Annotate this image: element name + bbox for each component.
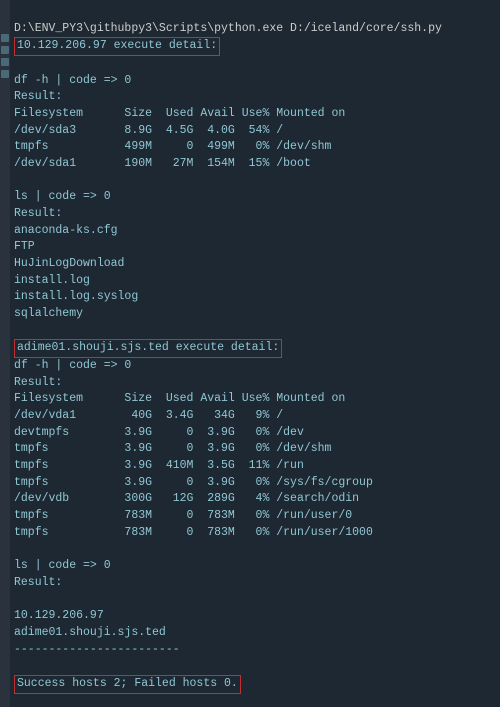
host2-df-row: tmpfs 3.9G 410M 3.5G 11% /run xyxy=(14,459,304,472)
host1-df-row: tmpfs 499M 0 499M 0% /dev/shm xyxy=(14,140,331,153)
host1-result-label: Result: xyxy=(14,90,62,103)
host1-file: sqlalchemy xyxy=(14,307,83,320)
terminal-output[interactable]: D:\ENV_PY3\githubpy3\Scripts\python.exe … xyxy=(14,4,494,694)
host1-df-header: Filesystem Size Used Avail Use% Mounted … xyxy=(14,107,345,120)
host1-df-row: /dev/sda3 8.9G 4.5G 4.0G 54% / xyxy=(14,124,283,137)
host1-df-row: /dev/sda1 190M 27M 154M 15% /boot xyxy=(14,157,311,170)
summary-separator: ------------------------ xyxy=(14,643,180,656)
host1-ls-result-label: Result: xyxy=(14,207,62,220)
host2-header-box: adime01.shouji.sjs.ted execute detail: xyxy=(14,339,282,358)
host1-file: HuJinLogDownload xyxy=(14,257,124,270)
host1-file: anaconda-ks.cfg xyxy=(14,224,118,237)
host2-df-cmd: df -h | code => 0 xyxy=(14,359,131,372)
host1-file: install.log.syslog xyxy=(14,290,138,303)
editor-gutter xyxy=(0,0,10,707)
summary-footer-box: Success hosts 2; Failed hosts 0. xyxy=(14,675,241,694)
gutter-marker-icon xyxy=(1,70,9,78)
host1-header: 10.129.206.97 execute detail: xyxy=(17,39,217,52)
host2-df-row: devtmpfs 3.9G 0 3.9G 0% /dev xyxy=(14,426,304,439)
summary-footer: Success hosts 2; Failed hosts 0. xyxy=(17,677,238,690)
host1-file: FTP xyxy=(14,240,35,253)
summary-host-a: 10.129.206.97 xyxy=(14,609,104,622)
host2-header: adime01.shouji.sjs.ted execute detail: xyxy=(17,341,279,354)
host2-df-row: tmpfs 783M 0 783M 0% /run/user/0 xyxy=(14,509,352,522)
host2-df-row: tmpfs 3.9G 0 3.9G 0% /dev/shm xyxy=(14,442,331,455)
host1-df-cmd: df -h | code => 0 xyxy=(14,74,131,87)
host2-df-row: /dev/vda1 40G 3.4G 34G 9% / xyxy=(14,409,283,422)
host2-df-header: Filesystem Size Used Avail Use% Mounted … xyxy=(14,392,345,405)
host1-ls-cmd: ls | code => 0 xyxy=(14,190,111,203)
summary-host-b: adime01.shouji.sjs.ted xyxy=(14,626,166,639)
host1-header-box: 10.129.206.97 execute detail: xyxy=(14,37,220,56)
gutter-marker-icon xyxy=(1,46,9,54)
host2-df-row: tmpfs 783M 0 783M 0% /run/user/1000 xyxy=(14,526,373,539)
gutter-marker-icon xyxy=(1,34,9,42)
host2-ls-cmd: ls | code => 0 xyxy=(14,559,111,572)
gutter-marker-icon xyxy=(1,58,9,66)
host2-result-label: Result: xyxy=(14,376,62,389)
host2-ls-result-label: Result: xyxy=(14,576,62,589)
host1-file: install.log xyxy=(14,274,90,287)
command-line: D:\ENV_PY3\githubpy3\Scripts\python.exe … xyxy=(14,22,442,35)
host2-df-row: /dev/vdb 300G 12G 289G 4% /search/odin xyxy=(14,492,359,505)
host2-df-row: tmpfs 3.9G 0 3.9G 0% /sys/fs/cgroup xyxy=(14,476,373,489)
